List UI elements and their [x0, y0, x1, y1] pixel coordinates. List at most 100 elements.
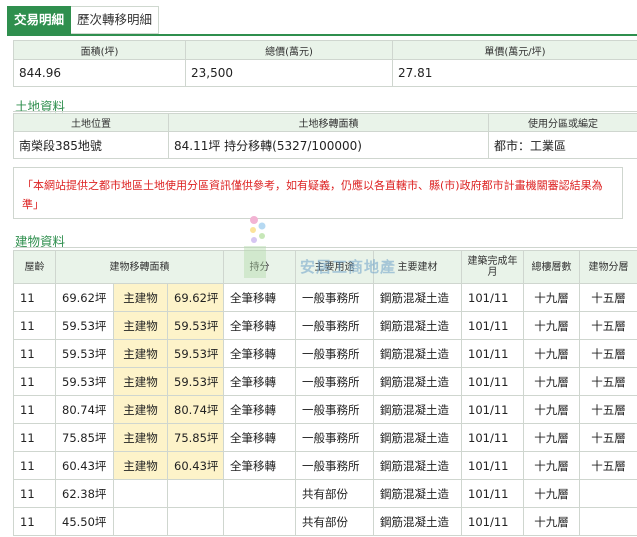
- price-header-row: 面積(坪) 總價(萬元) 單價(萬元/坪): [13, 40, 637, 60]
- area-header: 面積(坪): [13, 40, 186, 60]
- land-zoning-header: 使用分區或編定: [488, 113, 637, 132]
- total-price-header: 總價(萬元): [185, 40, 393, 60]
- cell-sub-area: 69.62坪: [167, 283, 224, 312]
- cell-material: 鋼筋混凝土造: [373, 283, 462, 312]
- unit-price-value: 27.81: [392, 59, 637, 87]
- cell-sub-label: [113, 507, 168, 536]
- cell-use: 一般事務所: [295, 311, 374, 340]
- cell-built: 101/11: [461, 507, 524, 536]
- cell-material: 鋼筋混凝土造: [373, 339, 462, 368]
- building-table: 屋齡 建物移轉面積 持分 主要用途 主要建材 建築完成年月 總樓層數 建物分層 …: [13, 250, 637, 536]
- cell-share: 全筆移轉: [223, 311, 296, 340]
- unit-price-header: 單價(萬元/坪): [392, 40, 637, 60]
- land-location-header: 土地位置: [13, 113, 169, 132]
- cell-total-floors: 十九層: [523, 339, 580, 368]
- cell-area: 69.62坪: [55, 283, 114, 312]
- cell-sub-label: 主建物: [113, 339, 168, 368]
- area-value: 844.96: [13, 59, 186, 87]
- cell-area: 59.53坪: [55, 311, 114, 340]
- cell-area: 60.43坪: [55, 451, 114, 480]
- land-zoning-value: 都市：工業區: [488, 131, 637, 159]
- land-value-row: 南榮段385地號 84.11坪 持分移轉(5327/100000) 都市：工業區: [13, 131, 637, 159]
- cell-use: 一般事務所: [295, 283, 374, 312]
- cell-age: 11: [13, 367, 56, 396]
- cell-share: [223, 479, 296, 508]
- age-header: 屋齡: [13, 250, 56, 284]
- cell-material: 鋼筋混凝土造: [373, 451, 462, 480]
- building-table-body: 11 69.62坪 主建物 69.62坪 全筆移轉 一般事務所 鋼筋混凝土造 101/11 十九…: [13, 283, 637, 536]
- floor-header: 建物分層: [579, 250, 637, 284]
- cell-use: 共有部份: [295, 507, 374, 536]
- cell-age: 11: [13, 283, 56, 312]
- material-header: 主要建材: [373, 250, 462, 284]
- cell-total-floors: 十九層: [523, 283, 580, 312]
- cell-area: 80.74坪: [55, 395, 114, 424]
- cell-sub-area: 59.53坪: [167, 311, 224, 340]
- cell-share: 全筆移轉: [223, 451, 296, 480]
- building-row: 11 45.50坪 共有部份 鋼筋混凝土造 101/11 十九層: [13, 507, 637, 536]
- cell-total-floors: 十九層: [523, 395, 580, 424]
- cell-material: 鋼筋混凝土造: [373, 311, 462, 340]
- price-value-row: 844.96 23,500 27.81: [13, 59, 637, 87]
- cell-age: 11: [13, 339, 56, 368]
- cell-built: 101/11: [461, 479, 524, 508]
- cell-built: 101/11: [461, 283, 524, 312]
- cell-area: 45.50坪: [55, 507, 114, 536]
- cell-area: 59.53坪: [55, 339, 114, 368]
- tab-transaction-details[interactable]: 交易明細: [7, 6, 72, 34]
- cell-built: 101/11: [461, 339, 524, 368]
- total-floors-header: 總樓層數: [523, 250, 580, 284]
- share-header: 持分: [223, 250, 296, 284]
- cell-age: 11: [13, 507, 56, 536]
- cell-floor: 十五層: [579, 339, 637, 368]
- use-header: 主要用途: [295, 250, 374, 284]
- total-price-value: 23,500: [185, 59, 393, 87]
- tab-underline: [7, 34, 637, 36]
- building-area-header: 建物移轉面積: [55, 250, 224, 284]
- cell-sub-label: 主建物: [113, 395, 168, 424]
- cell-use: 一般事務所: [295, 339, 374, 368]
- cell-built: 101/11: [461, 311, 524, 340]
- cell-floor: 十五層: [579, 367, 637, 396]
- cell-use: 一般事務所: [295, 423, 374, 452]
- tab-transfer-history[interactable]: 歷次轉移明細: [71, 6, 160, 34]
- cell-floor: [579, 507, 637, 536]
- cell-material: 鋼筋混凝土造: [373, 507, 462, 536]
- building-row: 11 59.53坪 主建物 59.53坪 全筆移轉 一般事務所 鋼筋混凝土造 101/11 十九…: [13, 339, 637, 368]
- cell-share: 全筆移轉: [223, 395, 296, 424]
- cell-age: 11: [13, 395, 56, 424]
- building-row: 11 59.53坪 主建物 59.53坪 全筆移轉 一般事務所 鋼筋混凝土造 101/11 十九…: [13, 367, 637, 396]
- cell-floor: 十五層: [579, 283, 637, 312]
- building-header-row: 屋齡 建物移轉面積 持分 主要用途 主要建材 建築完成年月 總樓層數 建物分層: [13, 250, 637, 284]
- land-section-divider: [13, 111, 637, 112]
- cell-material: 鋼筋混凝土造: [373, 423, 462, 452]
- cell-sub-label: 主建物: [113, 423, 168, 452]
- built-date-header: 建築完成年月: [461, 250, 524, 284]
- cell-sub-label: 主建物: [113, 367, 168, 396]
- cell-use: 一般事務所: [295, 395, 374, 424]
- land-table: 土地位置 土地移轉面積 使用分區或編定 南榮段385地號 84.11坪 持分移轉…: [13, 113, 637, 159]
- cell-share: [223, 507, 296, 536]
- building-row: 11 80.74坪 主建物 80.74坪 全筆移轉 一般事務所 鋼筋混凝土造 101/11 十九…: [13, 395, 637, 424]
- cell-age: 11: [13, 451, 56, 480]
- building-row: 11 59.53坪 主建物 59.53坪 全筆移轉 一般事務所 鋼筋混凝土造 101/11 十九…: [13, 311, 637, 340]
- cell-total-floors: 十九層: [523, 507, 580, 536]
- cell-sub-area: 59.53坪: [167, 367, 224, 396]
- land-transfer-area-header: 土地移轉面積: [168, 113, 489, 132]
- cell-floor: 十五層: [579, 451, 637, 480]
- cell-total-floors: 十九層: [523, 311, 580, 340]
- land-location-value: 南榮段385地號: [13, 131, 169, 159]
- cell-use: 一般事務所: [295, 367, 374, 396]
- cell-area: 75.85坪: [55, 423, 114, 452]
- cell-use: 共有部份: [295, 479, 374, 508]
- cell-floor: [579, 479, 637, 508]
- cell-sub-area: 80.74坪: [167, 395, 224, 424]
- cell-material: 鋼筋混凝土造: [373, 479, 462, 508]
- cell-sub-area: [167, 479, 224, 508]
- cell-built: 101/11: [461, 423, 524, 452]
- cell-share: 全筆移轉: [223, 367, 296, 396]
- cell-sub-area: 75.85坪: [167, 423, 224, 452]
- cell-floor: 十五層: [579, 423, 637, 452]
- cell-age: 11: [13, 311, 56, 340]
- cell-built: 101/11: [461, 451, 524, 480]
